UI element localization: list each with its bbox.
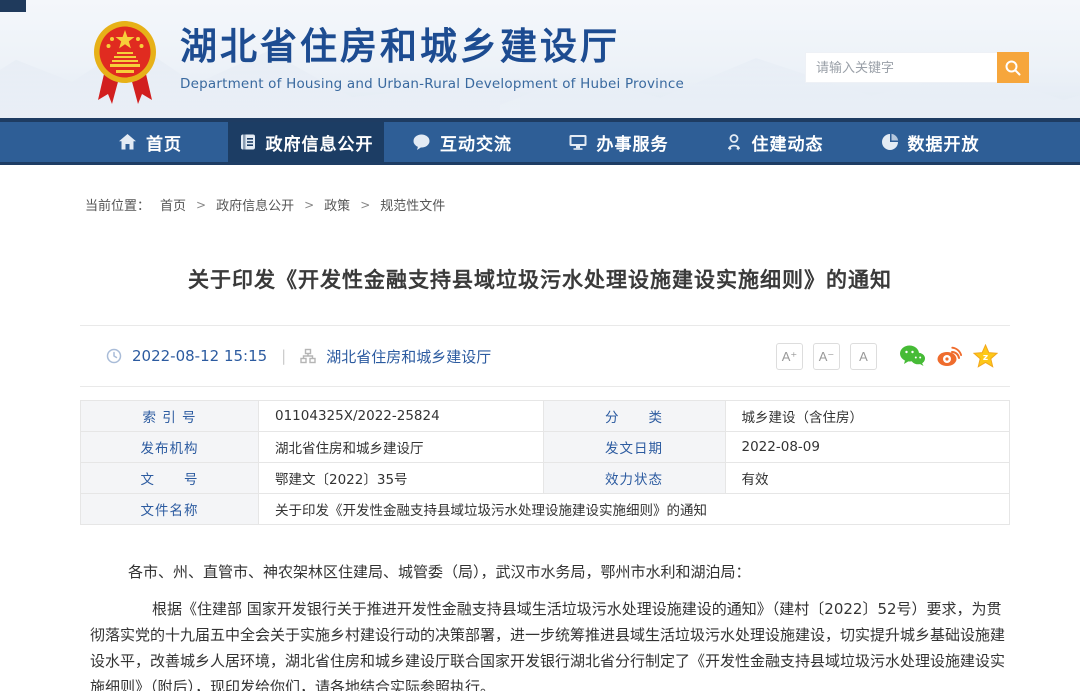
pie-chart-icon <box>881 133 899 151</box>
breadcrumb: 当前位置： 首页 > 政府信息公开 > 政策 > 规范性文件 <box>85 195 1080 214</box>
national-emblem-icon <box>92 14 158 112</box>
doc-name-value: 关于印发《开发性金融支持县域垃圾污水处理设施建设实施细则》的通知 <box>259 494 1010 525</box>
home-icon <box>118 133 137 151</box>
search-button[interactable] <box>997 52 1029 83</box>
brand-block: 湖北省住房和城乡建设厅 Department of Housing and Ur… <box>180 25 684 92</box>
agency-value: 湖北省住房和城乡建设厅 <box>259 432 544 463</box>
category-value: 城乡建设（含住房） <box>725 401 1010 432</box>
table-row: 文件名称 关于印发《开发性金融支持县域垃圾污水处理设施建设实施细则》的通知 <box>81 494 1010 525</box>
category-label: 分 类 <box>543 401 725 432</box>
search-input[interactable] <box>805 52 997 83</box>
main-nav: 首页 政府信息公开 <box>0 118 1080 165</box>
chat-icon <box>412 133 431 151</box>
qzone-icon[interactable]: z <box>973 344 998 368</box>
nav-item-home[interactable]: 首页 <box>72 122 228 162</box>
nav-item-gov-info[interactable]: 政府信息公开 <box>228 122 384 162</box>
site-header: 湖北省住房和城乡建设厅 Department of Housing and Ur… <box>0 0 1080 118</box>
corner-artifact <box>0 0 26 12</box>
wechat-icon[interactable] <box>899 344 926 368</box>
divider <box>80 386 1010 387</box>
doc-number-value: 鄂建文〔2022〕35号 <box>259 463 544 494</box>
organization-icon <box>300 348 316 364</box>
table-row: 文 号 鄂建文〔2022〕35号 效力状态 有效 <box>81 463 1010 494</box>
breadcrumb-link-gov-info[interactable]: 政府信息公开 <box>216 195 294 214</box>
weibo-icon[interactable] <box>936 344 963 368</box>
page: 湖北省住房和城乡建设厅 Department of Housing and Ur… <box>0 0 1080 691</box>
nav-label: 办事服务 <box>597 130 669 155</box>
nav-label: 互动交流 <box>440 130 512 155</box>
person-badge-icon <box>725 133 743 151</box>
nav-label: 住建动态 <box>752 130 824 155</box>
article-meta: 2022-08-12 15:15 | 湖北省住房和城乡建设厅 A⁺ A⁻ A <box>80 326 1010 386</box>
breadcrumb-link-normative-docs[interactable]: 规范性文件 <box>380 195 445 214</box>
breadcrumb-separator: > <box>304 198 314 212</box>
salutation-text: 各市、州、直管市、神农架林区住建局、城管委（局），武汉市水务局，鄂州市水利和湖泊… <box>90 559 1010 585</box>
nav-item-services[interactable]: 办事服务 <box>540 122 696 162</box>
doc-name-label: 文件名称 <box>81 494 259 525</box>
nav-item-interaction[interactable]: 互动交流 <box>384 122 540 162</box>
monitor-icon <box>568 133 588 151</box>
document-info-table: 索 引 号 01104325X/2022-25824 分 类 城乡建设（含住房）… <box>80 400 1010 525</box>
index-number-value: 01104325X/2022-25824 <box>259 401 544 432</box>
source-name[interactable]: 湖北省住房和城乡建设厅 <box>326 346 491 367</box>
font-increase-button[interactable]: A⁺ <box>776 343 803 370</box>
doc-number-label: 文 号 <box>81 463 259 494</box>
article-title: 关于印发《开发性金融支持县域垃圾污水处理设施建设实施细则》的通知 <box>0 264 1080 294</box>
agency-label: 发布机构 <box>81 432 259 463</box>
table-row: 发布机构 湖北省住房和城乡建设厅 发文日期 2022-08-09 <box>81 432 1010 463</box>
validity-value: 有效 <box>725 463 1010 494</box>
breadcrumb-label: 当前位置： <box>85 195 150 214</box>
nav-item-open-data[interactable]: 数据开放 <box>852 122 1008 162</box>
nav-item-news[interactable]: 住建动态 <box>696 122 852 162</box>
body-paragraph: 根据《住建部 国家开发银行关于推进开发性金融支持县域生活垃圾污水处理设施建设的通… <box>90 596 1010 691</box>
breadcrumb-separator: > <box>196 198 206 212</box>
site-title: 湖北省住房和城乡建设厅 <box>180 25 684 68</box>
breadcrumb-separator: > <box>360 198 370 212</box>
breadcrumb-link-policy[interactable]: 政策 <box>324 195 350 214</box>
validity-label: 效力状态 <box>543 463 725 494</box>
issue-date-value: 2022-08-09 <box>725 432 1010 463</box>
index-number-label: 索 引 号 <box>81 401 259 432</box>
font-decrease-button[interactable]: A⁻ <box>813 343 840 370</box>
site-subtitle: Department of Housing and Urban-Rural De… <box>180 76 684 92</box>
meta-separator: | <box>281 347 286 365</box>
breadcrumb-link-home[interactable]: 首页 <box>160 195 186 214</box>
svg-text:z: z <box>983 353 988 363</box>
nav-label: 数据开放 <box>908 130 980 155</box>
font-reset-button[interactable]: A <box>850 343 877 370</box>
search-icon <box>1004 59 1022 77</box>
article-body: 各市、州、直管市、神农架林区住建局、城管委（局），武汉市水务局，鄂州市水利和湖泊… <box>90 559 1010 691</box>
issue-date-label: 发文日期 <box>543 432 725 463</box>
table-row: 索 引 号 01104325X/2022-25824 分 类 城乡建设（含住房） <box>81 401 1010 432</box>
search-bar <box>805 52 1029 83</box>
clock-icon <box>106 348 122 364</box>
nav-label: 首页 <box>146 130 182 155</box>
publish-date: 2022-08-12 15:15 <box>132 347 267 365</box>
document-icon <box>239 133 257 151</box>
nav-label: 政府信息公开 <box>266 130 374 155</box>
